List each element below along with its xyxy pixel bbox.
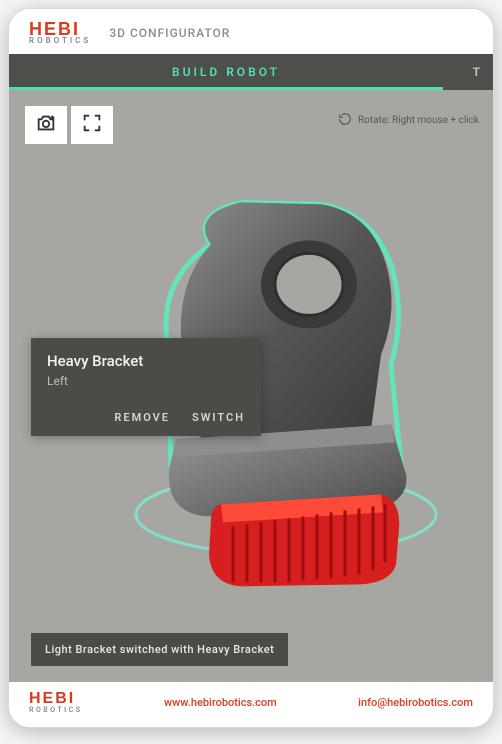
popover-subtitle: Left: [47, 374, 245, 388]
website-link[interactable]: www.hebirobotics.com: [164, 696, 277, 709]
popover-header: Heavy Bracket Left: [31, 338, 261, 400]
viewport-3d[interactable]: Rotate: Right mouse + click: [9, 90, 493, 682]
toast-notification: Light Bracket switched with Heavy Bracke…: [31, 633, 288, 666]
remove-button[interactable]: REMOVE: [114, 411, 170, 424]
part-popover: Heavy Bracket Left REMOVE SWITCH: [31, 338, 261, 436]
popover-title: Heavy Bracket: [47, 352, 245, 370]
page-title: 3D CONFIGURATOR: [109, 26, 230, 40]
brand-sub: ROBOTICS: [29, 37, 91, 44]
toast-message: Light Bracket switched with Heavy Bracke…: [45, 643, 274, 656]
brand-logo: HEBI ROBOTICS: [29, 21, 91, 44]
footer: HEBI ROBOTICS www.hebirobotics.com info@…: [9, 682, 493, 727]
popover-actions: REMOVE SWITCH: [31, 400, 261, 436]
rotate-icon: [338, 112, 352, 129]
tab-build-robot[interactable]: BUILD ROBOT: [9, 54, 443, 90]
footer-brand-main: HEBI: [29, 692, 83, 706]
toolbar: [25, 106, 113, 144]
header: HEBI ROBOTICS 3D CONFIGURATOR: [9, 9, 493, 54]
tab-truncated[interactable]: T: [443, 54, 493, 90]
switch-button[interactable]: SWITCH: [192, 411, 245, 424]
rotate-hint: Rotate: Right mouse + click: [338, 112, 479, 129]
email-link[interactable]: info@hebirobotics.com: [358, 696, 473, 709]
brand-main: HEBI: [29, 21, 91, 37]
tab-bar: BUILD ROBOT T: [9, 54, 493, 90]
footer-logo: HEBI ROBOTICS: [29, 692, 83, 713]
screenshot-button[interactable]: [25, 106, 67, 144]
rotate-hint-label: Rotate: Right mouse + click: [358, 115, 479, 126]
camera-icon: [35, 112, 57, 138]
fullscreen-icon: [81, 112, 103, 138]
app-window: HEBI ROBOTICS 3D CONFIGURATOR BUILD ROBO…: [8, 8, 494, 728]
fullscreen-button[interactable]: [71, 106, 113, 144]
footer-brand-sub: ROBOTICS: [29, 707, 83, 713]
